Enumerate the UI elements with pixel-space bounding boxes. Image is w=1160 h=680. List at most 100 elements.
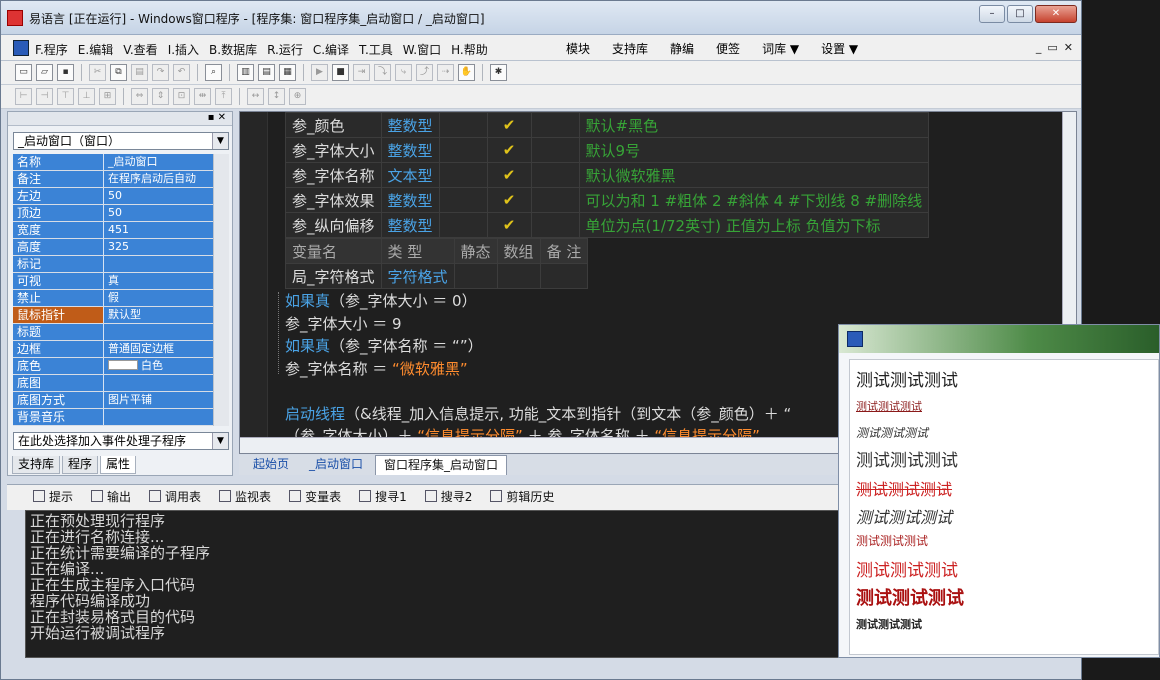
menu-insert[interactable]: I.插入 (168, 41, 199, 58)
menu-modules[interactable]: 模块 (566, 40, 590, 57)
property-row[interactable]: 标题 (13, 324, 213, 341)
property-row[interactable]: 顶边 50 (13, 205, 213, 222)
mdi-restore-button[interactable]: ▭ (1047, 41, 1057, 54)
run-to-cursor-icon[interactable]: ⇢ (437, 64, 454, 81)
step-into-icon[interactable]: ⤵ (374, 64, 391, 81)
new-file-icon[interactable]: ▭ (15, 64, 32, 81)
step-over-icon[interactable]: ⤷ (395, 64, 412, 81)
tab-startup-window[interactable]: _启动窗口 (301, 455, 371, 475)
center-v-icon[interactable]: ↕ (268, 88, 285, 105)
tab-properties[interactable]: 属性 (100, 456, 137, 474)
preview-title-bar[interactable] (839, 325, 1159, 353)
property-row[interactable]: 禁止假 (13, 290, 213, 307)
align-right-icon[interactable]: ⊤ (57, 88, 74, 105)
tab-output[interactable]: 输出 (85, 485, 137, 510)
tab-clip-history[interactable]: 剪辑历史 (484, 485, 560, 510)
grid-icon[interactable]: ⊕ (289, 88, 306, 105)
tab-call-stack[interactable]: 调用表 (143, 485, 207, 510)
menu-edit[interactable]: E.编辑 (78, 41, 113, 58)
tab-variables[interactable]: 变量表 (283, 485, 347, 510)
chevron-down-icon[interactable]: ▼ (212, 433, 228, 449)
layout-2-icon[interactable]: ▤ (258, 64, 275, 81)
menu-tools[interactable]: T.工具 (359, 41, 393, 58)
property-value[interactable]: 假 (103, 290, 213, 306)
space-h-icon[interactable]: ⇹ (194, 88, 211, 105)
table-row[interactable]: 局_字符格式 字符格式 (285, 263, 589, 289)
menu-static-compile[interactable]: 静编 (670, 40, 694, 57)
step-out-icon[interactable]: ⤴ (416, 64, 433, 81)
menu-window[interactable]: W.窗口 (403, 41, 441, 58)
property-value[interactable] (103, 375, 213, 391)
table-row[interactable]: 参_颜色 整数型 ✔ 默认#黑色 (285, 112, 930, 138)
align-bottom-icon[interactable]: ⊞ (99, 88, 116, 105)
property-row[interactable]: 左边 50 (13, 188, 213, 205)
align-top-icon[interactable]: ⊥ (78, 88, 95, 105)
property-value[interactable]: _启动窗口 (103, 154, 213, 170)
object-selector[interactable]: _启动窗口（窗口） ▼ (13, 132, 229, 150)
property-scrollbar[interactable] (213, 154, 229, 426)
property-row[interactable]: 背景音乐 (13, 409, 213, 426)
menu-support-lib[interactable]: 支持库 (612, 40, 648, 57)
tab-search-2[interactable]: 搜寻2 (419, 485, 479, 510)
mdi-close-button[interactable]: ✕ (1064, 41, 1073, 54)
tab-start-page[interactable]: 起始页 (245, 455, 297, 475)
layout-1-icon[interactable]: ▥ (237, 64, 254, 81)
property-row[interactable]: 宽度 451 (13, 222, 213, 239)
property-row[interactable]: 标记 (13, 256, 213, 273)
property-row[interactable]: 备注 在程序启动后自动 (13, 171, 213, 188)
paste-icon[interactable]: ▤ (131, 64, 148, 81)
menu-program[interactable]: F.程序 (35, 41, 68, 58)
redo-icon[interactable]: ↷ (152, 64, 169, 81)
stop-icon[interactable]: ■ (332, 64, 349, 81)
menu-compile[interactable]: C.编译 (313, 41, 349, 58)
property-value[interactable] (103, 256, 213, 272)
close-button[interactable]: ✕ (1035, 5, 1077, 23)
property-value[interactable] (103, 409, 213, 425)
find-icon[interactable]: ⌕ (205, 64, 222, 81)
run-icon[interactable]: ▶ (311, 64, 328, 81)
table-row[interactable]: 参_字体大小 整数型 ✔ 默认9号 (285, 137, 930, 163)
align-left-icon[interactable]: ⊢ (15, 88, 32, 105)
cut-icon[interactable]: ✂ (89, 64, 106, 81)
chevron-down-icon[interactable]: ▼ (212, 133, 228, 149)
menu-lexicon[interactable]: 词库 ▼ (762, 40, 799, 57)
table-row[interactable]: 参_字体名称 文本型 ✔ 默认微软雅黑 (285, 162, 930, 188)
property-value[interactable] (103, 324, 213, 340)
code-body[interactable]: 如果真（参_字体大小 ＝ 0） 参_字体大小 ＝ 9 如果真（参_字体名称 ＝ “”… (285, 290, 791, 448)
table-row[interactable]: 参_字体效果 整数型 ✔ 可以为和 1 #粗体 2 #斜体 4 #下划线 8 #删除线 (285, 187, 930, 213)
copy-icon[interactable]: ⧉ (110, 64, 127, 81)
undo-icon[interactable]: ↶ (173, 64, 190, 81)
tab-support-lib[interactable]: 支持库 (12, 456, 61, 474)
center-h-icon[interactable]: ↔ (247, 88, 264, 105)
property-value[interactable]: 真 (103, 273, 213, 289)
property-row-selected[interactable]: 鼠标指针 默认型 (13, 307, 213, 324)
menu-notes[interactable]: 便签 (716, 40, 740, 57)
property-value[interactable]: 图片平铺 (103, 392, 213, 408)
tab-watch[interactable]: 监视表 (213, 485, 277, 510)
layout-3-icon[interactable]: ▦ (279, 64, 296, 81)
property-value[interactable]: 50 (103, 188, 213, 204)
table-row[interactable]: 参_纵向偏移 整数型 ✔ 单位为点(1/72英寸) 正值为上标 负值为下标 (285, 212, 930, 238)
menu-settings[interactable]: 设置 ▼ (821, 40, 858, 57)
property-row[interactable]: 底图方式 图片平铺 (13, 392, 213, 409)
space-v-icon[interactable]: ⤒ (215, 88, 232, 105)
step-icon[interactable]: ⇥ (353, 64, 370, 81)
property-value[interactable]: 451 (103, 222, 213, 238)
property-value[interactable]: 普通固定边框 (103, 341, 213, 357)
property-value[interactable]: 50 (103, 205, 213, 221)
property-row[interactable]: 可视真 (13, 273, 213, 290)
property-value[interactable]: 325 (103, 239, 213, 255)
same-width-icon[interactable]: ⇔ (131, 88, 148, 105)
property-row[interactable]: 名称 _启动窗口 (13, 154, 213, 171)
minimize-button[interactable]: – (979, 5, 1005, 23)
panel-pin-close[interactable]: ▪ ✕ (208, 112, 226, 123)
same-height-icon[interactable]: ⇕ (152, 88, 169, 105)
property-row[interactable]: 底色 白色 (13, 358, 213, 375)
menu-run[interactable]: R.运行 (267, 41, 303, 58)
event-selector[interactable]: 在此处选择加入事件处理子程序 ▼ (13, 432, 229, 450)
tab-hints[interactable]: 提示 (27, 485, 79, 510)
tab-window-assembly[interactable]: 窗口程序集_启动窗口 (375, 455, 508, 475)
menu-logo-icon[interactable] (13, 40, 29, 56)
tab-program[interactable]: 程序 (62, 456, 99, 474)
same-size-icon[interactable]: ⊡ (173, 88, 190, 105)
